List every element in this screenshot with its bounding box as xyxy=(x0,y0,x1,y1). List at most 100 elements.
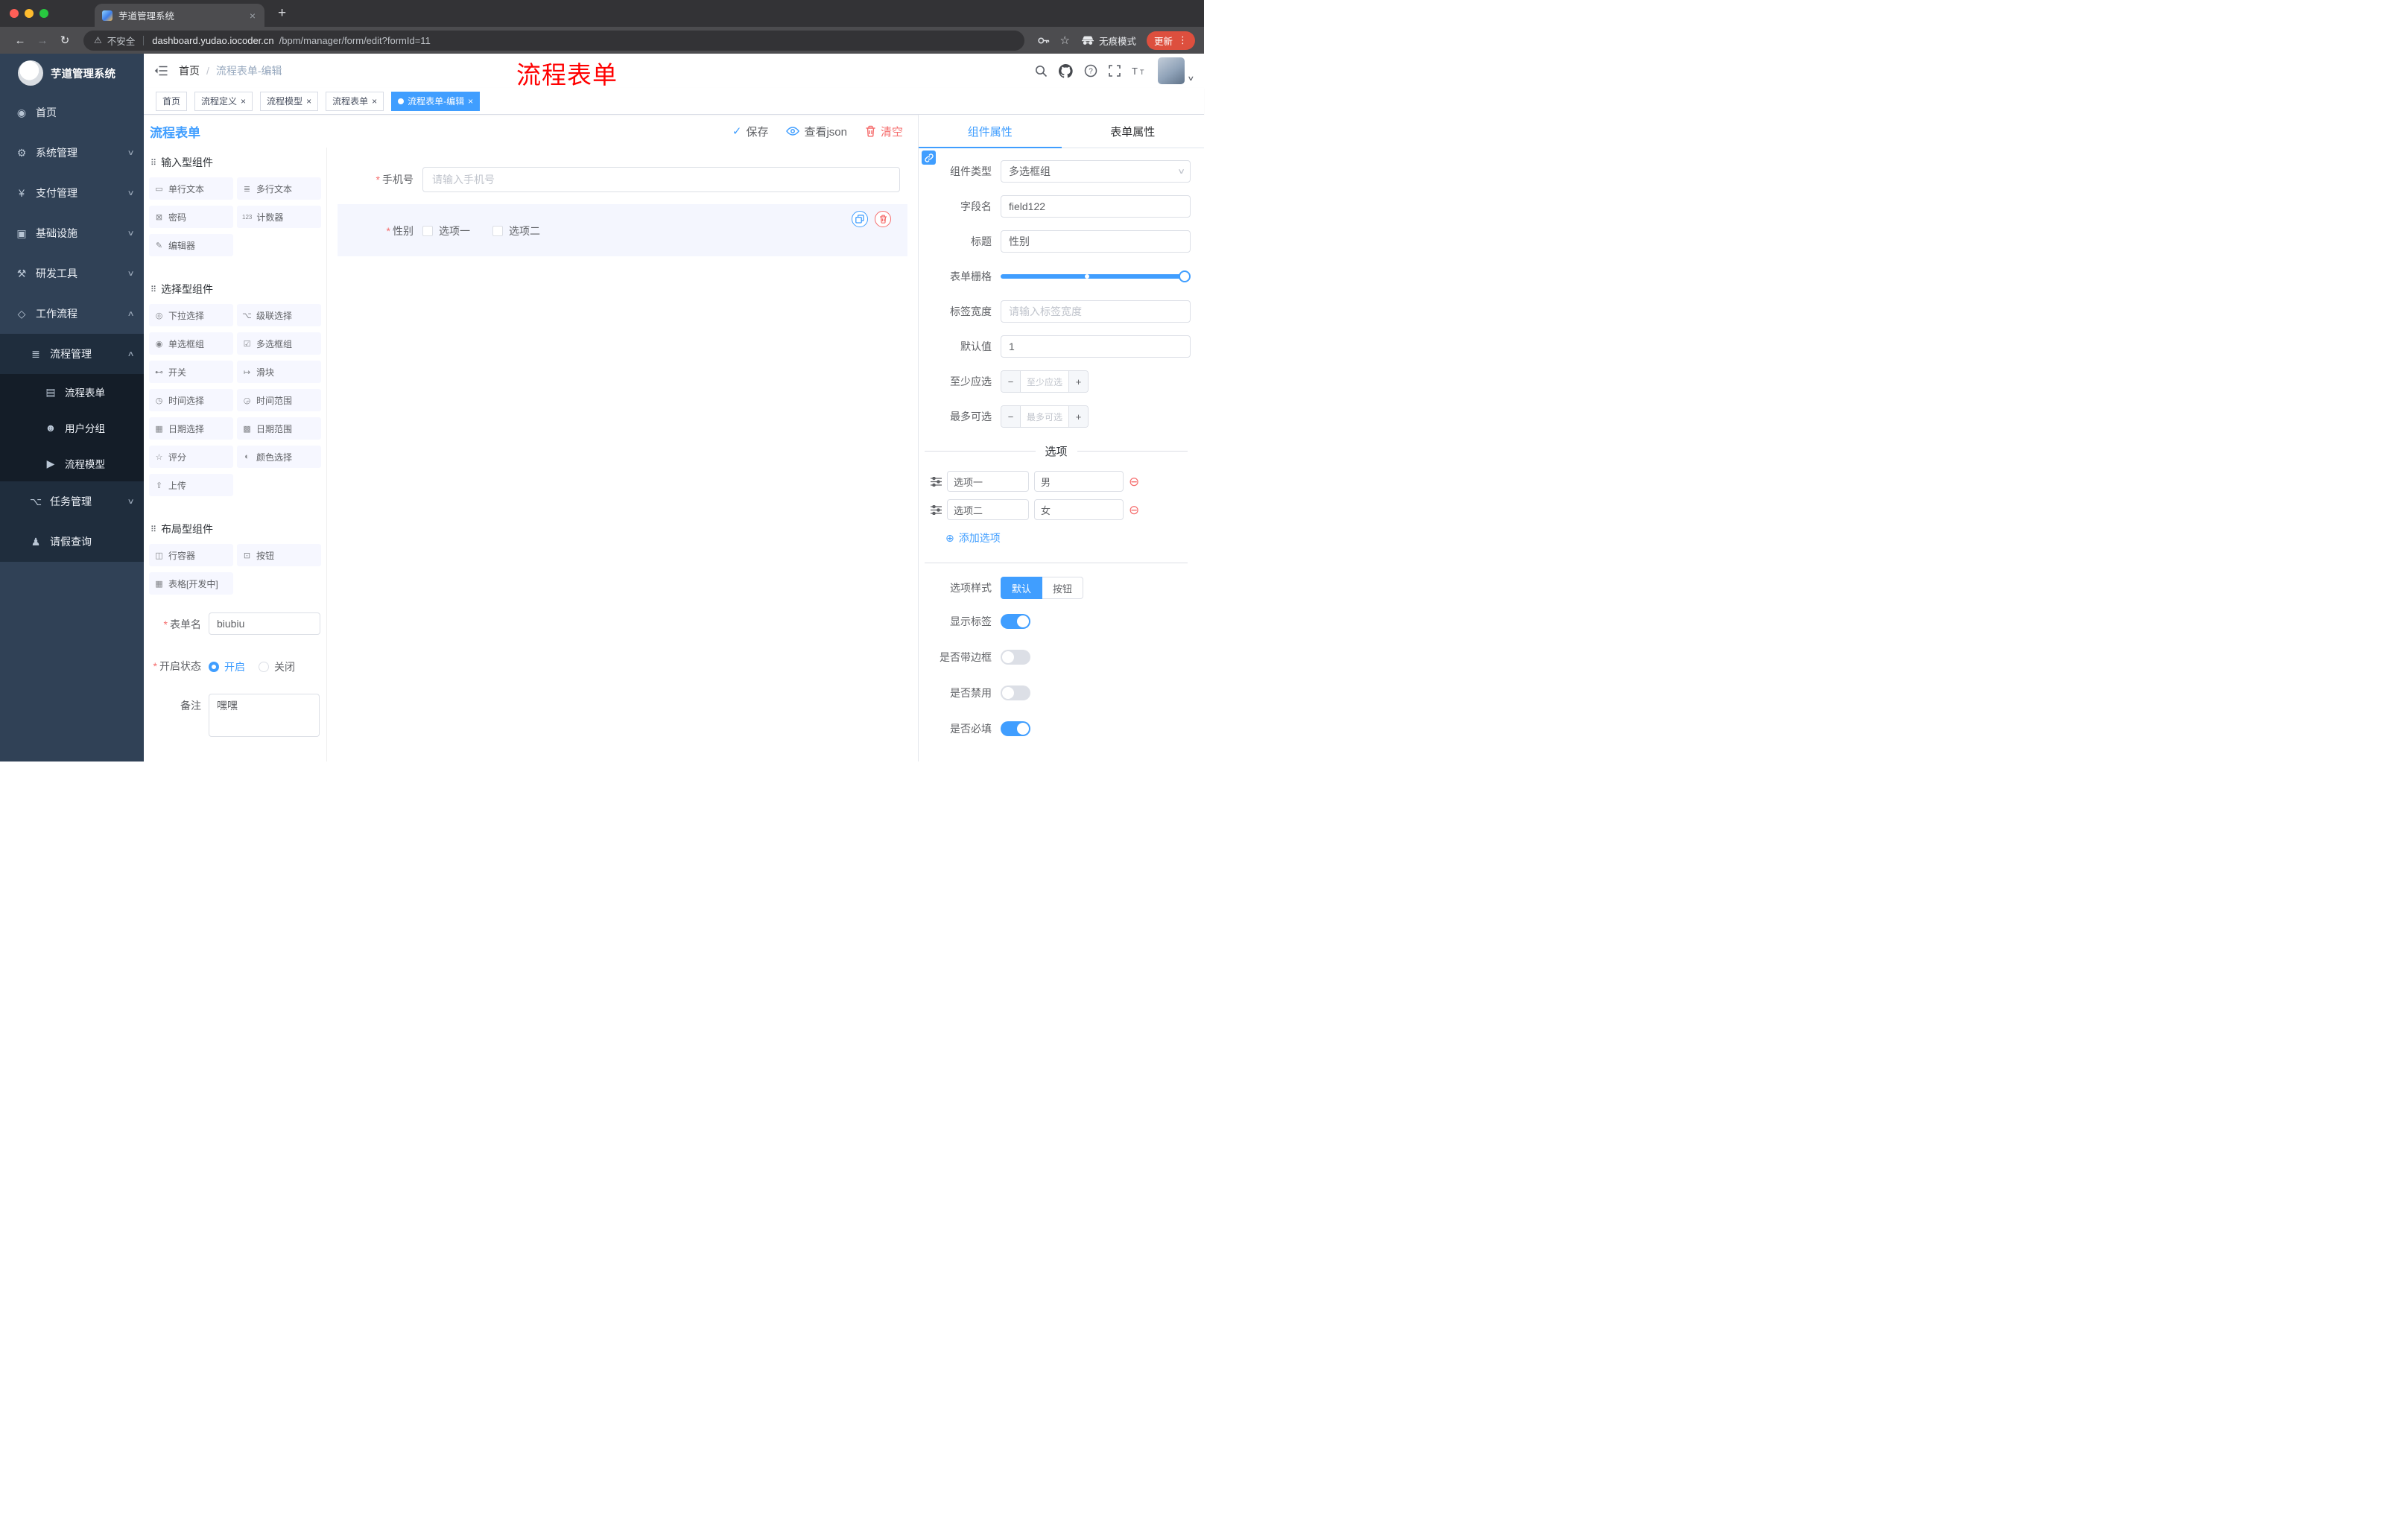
sidebar-item-task-management[interactable]: ⌥ 任务管理 ∨ xyxy=(0,481,144,522)
sidebar-item-workflow[interactable]: ◇ 工作流程 ∧ xyxy=(0,294,144,334)
drag-handle-icon[interactable] xyxy=(931,504,942,515)
remove-option-button[interactable]: ⊖ xyxy=(1129,475,1139,488)
field-name-input[interactable] xyxy=(1001,195,1191,218)
default-value-input[interactable] xyxy=(1001,335,1191,358)
key-icon[interactable] xyxy=(1037,34,1050,47)
sidebar-fold-icon[interactable] xyxy=(154,66,168,76)
radio-on[interactable]: 开启 xyxy=(209,659,245,674)
sidebar-item-system-management[interactable]: ⚙ 系统管理 ∨ xyxy=(0,133,144,173)
checkbox-icon[interactable] xyxy=(492,226,503,236)
back-button[interactable]: ← xyxy=(9,34,31,47)
address-bar[interactable]: ⚠ 不安全 dashboard.yudao.iocoder.cn/bpm/man… xyxy=(83,30,1024,51)
form-remark-textarea[interactable]: 嘿嘿 xyxy=(209,694,320,737)
option-value-input[interactable] xyxy=(1034,499,1124,520)
palette-item-button[interactable]: ⊡ 按钮 xyxy=(237,544,321,566)
sidebar-item-home[interactable]: ◉ 首页 xyxy=(0,92,144,133)
reload-button[interactable]: ↻ xyxy=(54,34,76,47)
palette-item-password[interactable]: ⊠ 密码 xyxy=(149,206,233,228)
tag-close-icon[interactable]: × xyxy=(306,96,311,107)
palette-item-cascader[interactable]: ⌥ 级联选择 xyxy=(237,304,321,326)
menu-kebab-icon[interactable]: ⋮ xyxy=(1178,34,1188,46)
decrease-button[interactable]: − xyxy=(1001,406,1021,427)
palette-item-rate[interactable]: ☆ 评分 xyxy=(149,446,233,468)
minimize-window-button[interactable] xyxy=(25,9,34,18)
checkbox-option-1[interactable]: 选项一 xyxy=(422,224,470,238)
style-default-button[interactable]: 默认 xyxy=(1001,577,1043,599)
tag-close-icon[interactable]: × xyxy=(468,96,473,107)
palette-item-upload[interactable]: ⇧ 上传 xyxy=(149,474,233,496)
palette-item-date-range[interactable]: ▩ 日期范围 xyxy=(237,417,321,440)
sidebar-item-process-model[interactable]: ▶ 流程模型 xyxy=(0,446,144,481)
palette-item-single-line-text[interactable]: ▭ 单行文本 xyxy=(149,177,233,200)
help-icon[interactable]: ? xyxy=(1084,64,1097,77)
slider-handle[interactable] xyxy=(1179,270,1191,282)
update-button[interactable]: 更新 ⋮ xyxy=(1146,31,1195,50)
min-select-stepper[interactable]: − 至少应选 + xyxy=(1001,370,1089,393)
canvas-field-gender[interactable]: * 性别 选项一 选项二 xyxy=(338,204,907,256)
search-icon[interactable] xyxy=(1035,65,1048,77)
option-value-input[interactable] xyxy=(1034,471,1124,492)
sidebar-item-process-management[interactable]: ≣ 流程管理 ∧ xyxy=(0,334,144,374)
palette-item-switch[interactable]: ⊷ 开关 xyxy=(149,361,233,383)
save-button[interactable]: ✓ 保存 xyxy=(732,124,769,139)
tab-component-props[interactable]: 组件属性 xyxy=(919,115,1062,148)
delete-field-button[interactable] xyxy=(875,211,891,227)
checkbox-option-2[interactable]: 选项二 xyxy=(492,224,540,238)
github-icon[interactable] xyxy=(1059,63,1074,78)
sidebar-item-dev-tools[interactable]: ⚒ 研发工具 ∨ xyxy=(0,253,144,294)
decrease-button[interactable]: − xyxy=(1001,371,1021,392)
close-window-button[interactable] xyxy=(10,9,19,18)
palette-item-slider[interactable]: ↦ 滑块 xyxy=(237,361,321,383)
option-label-input[interactable] xyxy=(947,499,1029,520)
tag-home[interactable]: 首页 xyxy=(156,91,188,111)
tag-process-model[interactable]: 流程模型 × xyxy=(260,91,319,111)
browser-tab[interactable]: 芋道管理系统 × xyxy=(95,4,264,27)
palette-item-date-picker[interactable]: ▦ 日期选择 xyxy=(149,417,233,440)
font-size-icon[interactable]: TT xyxy=(1132,65,1147,77)
forward-button[interactable]: → xyxy=(31,34,54,47)
fullscreen-icon[interactable] xyxy=(1109,65,1121,77)
canvas-field-phone[interactable]: * 手机号 xyxy=(338,158,907,201)
component-type-select[interactable]: 多选框组 ∨ xyxy=(1001,160,1191,183)
sidebar-item-payment-management[interactable]: ¥ 支付管理 ∨ xyxy=(0,173,144,213)
show-label-toggle[interactable] xyxy=(1001,614,1030,629)
palette-item-multiline-text[interactable]: ≣ 多行文本 xyxy=(237,177,321,200)
style-button-button[interactable]: 按钮 xyxy=(1042,577,1084,599)
palette-item-counter[interactable]: 123 计数器 xyxy=(237,206,321,228)
tag-process-form-edit[interactable]: 流程表单-编辑 × xyxy=(391,91,481,111)
avatar[interactable] xyxy=(1158,57,1185,84)
view-json-button[interactable]: 查看json xyxy=(786,124,847,139)
slider-track[interactable] xyxy=(1001,270,1191,282)
label-width-input[interactable] xyxy=(1001,300,1191,323)
increase-button[interactable]: + xyxy=(1068,406,1088,427)
sidebar-item-user-group[interactable]: ☻ 用户分组 xyxy=(0,410,144,446)
zoom-window-button[interactable] xyxy=(39,9,48,18)
remove-option-button[interactable]: ⊖ xyxy=(1129,504,1139,516)
checkbox-icon[interactable] xyxy=(422,226,433,236)
sidebar-item-process-form[interactable]: ▤ 流程表单 xyxy=(0,374,144,410)
required-toggle[interactable] xyxy=(1001,721,1030,736)
option-label-input[interactable] xyxy=(947,471,1029,492)
new-tab-button[interactable]: + xyxy=(278,5,286,22)
form-name-input[interactable] xyxy=(209,612,320,635)
max-select-stepper[interactable]: − 最多可选 + xyxy=(1001,405,1089,428)
link-button[interactable] xyxy=(922,151,936,165)
tab-close-icon[interactable]: × xyxy=(248,10,257,22)
palette-item-color-picker[interactable]: ◐ 颜色选择 xyxy=(237,446,321,468)
radio-off[interactable]: 关闭 xyxy=(259,659,295,674)
disabled-toggle[interactable] xyxy=(1001,685,1030,700)
breadcrumb-home[interactable]: 首页 xyxy=(179,63,200,78)
tag-process-form[interactable]: 流程表单 × xyxy=(326,91,384,111)
palette-item-table[interactable]: ▦ 表格[开发中] xyxy=(149,572,233,595)
tag-process-definition[interactable]: 流程定义 × xyxy=(194,91,253,111)
sidebar-item-leave-query[interactable]: ♟ 请假查询 xyxy=(0,522,144,562)
grid-span-slider[interactable] xyxy=(1001,265,1191,288)
tag-close-icon[interactable]: × xyxy=(372,96,377,107)
phone-input[interactable] xyxy=(422,167,900,192)
palette-item-checkbox-group[interactable]: ☑ 多选框组 xyxy=(237,332,321,355)
clear-button[interactable]: 清空 xyxy=(865,124,903,139)
title-input[interactable] xyxy=(1001,230,1191,253)
palette-item-editor[interactable]: ✎ 编辑器 xyxy=(149,234,233,256)
drag-handle-icon[interactable] xyxy=(931,476,942,487)
add-option-button[interactable]: ⊕ 添加选项 xyxy=(945,531,1191,545)
